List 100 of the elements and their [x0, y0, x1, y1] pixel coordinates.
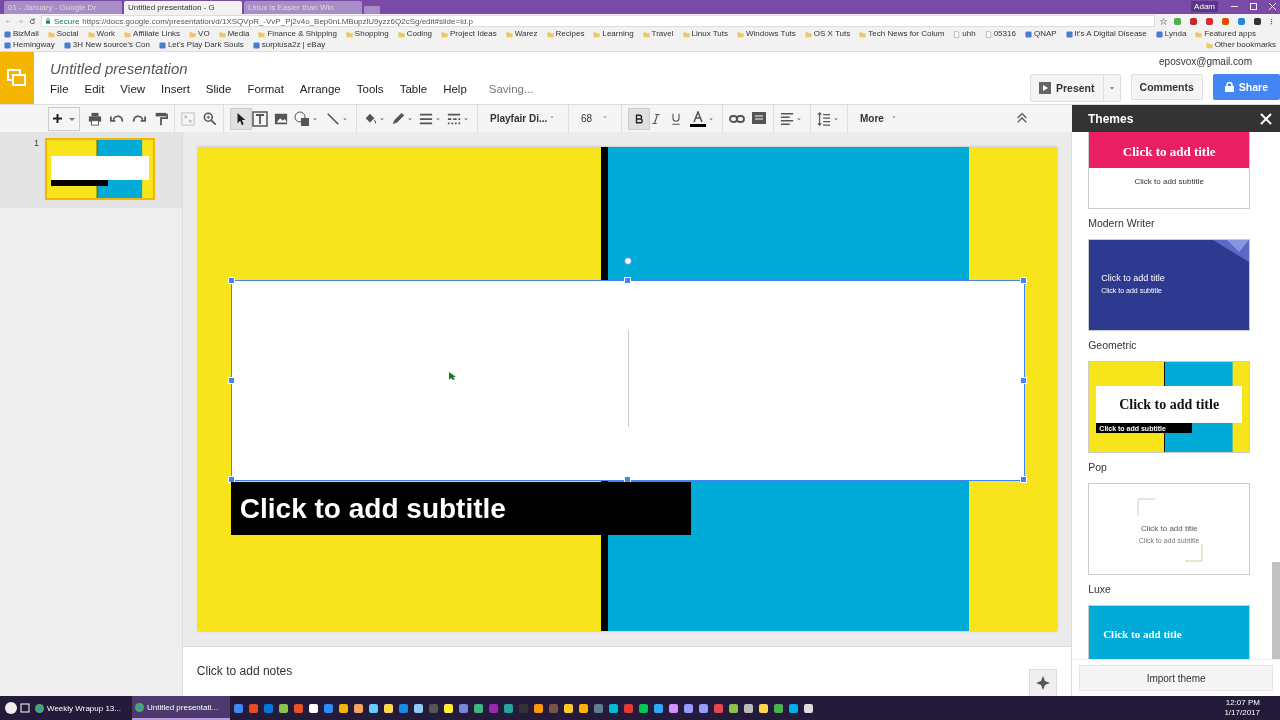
bookmark-link[interactable]: Learning: [602, 29, 634, 39]
bookmark-link[interactable]: Lynda: [1164, 29, 1187, 39]
bookmark-link[interactable]: Coding: [406, 29, 433, 39]
close-icon[interactable]: [1269, 3, 1276, 10]
taskbar-window[interactable]: Weekly Wrapup 13...: [32, 696, 130, 720]
bookmark-link[interactable]: Recipes: [555, 29, 585, 39]
site-icon[interactable]: [63, 41, 71, 49]
bookmark-link[interactable]: Featured apps: [1204, 29, 1256, 39]
select-tool[interactable]: [230, 107, 252, 130]
underline-icon[interactable]: [670, 112, 682, 125]
comment-icon[interactable]: [751, 110, 767, 127]
menu-item[interactable]: Insert: [153, 81, 198, 97]
zoom-icon[interactable]: [203, 111, 217, 126]
paint-format-icon[interactable]: [154, 111, 168, 126]
line-weight-icon[interactable]: [419, 111, 433, 126]
bookmark-link[interactable]: VO: [198, 29, 210, 39]
site-icon[interactable]: [158, 41, 166, 49]
scrollbar[interactable]: [1272, 562, 1280, 660]
menu-item[interactable]: Help: [435, 81, 475, 97]
pen-icon[interactable]: [391, 111, 405, 126]
bookmark-link[interactable]: surplusa2z | eBay: [261, 40, 326, 50]
bookmark-link[interactable]: Affiliate Links: [133, 29, 181, 39]
caret-icon[interactable]: [69, 115, 76, 122]
menu-item[interactable]: Slide: [197, 81, 240, 97]
bookmark-link[interactable]: Linux Tuts: [691, 29, 728, 39]
resize-handle[interactable]: [227, 277, 235, 285]
bookmark-link[interactable]: Other bookmarks: [1214, 40, 1276, 50]
menu-item[interactable]: Tools: [348, 81, 392, 97]
print-icon[interactable]: [88, 111, 102, 126]
slide-thumbnail-row[interactable]: 1: [0, 132, 182, 208]
document-title[interactable]: Untitled presentation: [50, 60, 534, 77]
more-button[interactable]: More: [854, 112, 904, 125]
site-icon[interactable]: [1155, 30, 1163, 38]
browser-tab[interactable]: Untitled presentation - G: [124, 1, 242, 14]
bookmark-link[interactable]: Travel: [651, 29, 674, 39]
menu-item[interactable]: Arrange: [291, 81, 349, 97]
site-icon[interactable]: [1065, 30, 1073, 38]
resize-handle[interactable]: [227, 376, 235, 384]
bookmark-link[interactable]: Media: [227, 29, 250, 39]
menu-item[interactable]: File: [42, 81, 77, 97]
bookmark-link[interactable]: Finance & Shipping: [267, 29, 337, 39]
bookmark-link[interactable]: 3H New source's Con: [72, 40, 150, 50]
notes-placeholder[interactable]: Click to add notes: [196, 664, 293, 678]
image-icon[interactable]: [274, 111, 288, 126]
text-color-icon[interactable]: [690, 110, 706, 127]
resize-handle[interactable]: [1019, 376, 1027, 384]
new-slide-button[interactable]: [48, 106, 80, 131]
bookmark-link[interactable]: Windows Tuts: [746, 29, 796, 39]
bookmark-link[interactable]: It's A Digital Disease: [1074, 29, 1147, 39]
menu-item[interactable]: Table: [391, 81, 436, 97]
star-icon[interactable]: [1160, 17, 1167, 25]
import-theme-button[interactable]: Import theme: [1079, 665, 1274, 692]
bookmark-link[interactable]: uhh: [962, 29, 976, 39]
menu-item[interactable]: Edit: [76, 81, 113, 97]
share-button[interactable]: Share: [1212, 74, 1280, 100]
site-icon[interactable]: [252, 41, 260, 49]
extension-icon[interactable]: [1254, 17, 1261, 25]
shape-icon[interactable]: [294, 110, 310, 127]
font-dropdown[interactable]: Playfair Di...: [484, 113, 562, 124]
taskbar-window[interactable]: Untitled presentati...: [132, 696, 230, 720]
profile-badge[interactable]: Adam: [1191, 1, 1218, 12]
align-icon[interactable]: [780, 111, 794, 126]
task-view-icon[interactable]: [20, 703, 30, 713]
bookmark-link[interactable]: 05316: [993, 29, 1016, 39]
menu-item[interactable]: Format: [239, 81, 292, 97]
present-button[interactable]: Present: [1030, 74, 1121, 102]
bookmark-link[interactable]: Shopping: [354, 29, 389, 39]
theme-preview[interactable]: Click to add title Click to add subtitle: [1088, 132, 1251, 209]
menu-item[interactable]: View: [112, 81, 154, 97]
line-spacing-icon[interactable]: [817, 111, 831, 126]
italic-icon[interactable]: [650, 112, 662, 125]
extension-icon[interactable]: [1190, 17, 1197, 25]
bookmark-link[interactable]: Hemingway: [13, 40, 55, 50]
bookmark-link[interactable]: Project Ideas: [450, 29, 497, 39]
explore-button[interactable]: [1029, 669, 1058, 697]
resize-handle[interactable]: [1019, 475, 1027, 483]
bold-button[interactable]: [628, 107, 650, 130]
rotate-handle[interactable]: [623, 257, 632, 265]
line-icon[interactable]: [326, 111, 340, 126]
resize-handle[interactable]: [1019, 277, 1027, 285]
bookmark-link[interactable]: Warez: [514, 29, 538, 39]
fill-color-icon[interactable]: [363, 111, 377, 126]
account-email[interactable]: eposvox@gmail.com: [1159, 56, 1252, 67]
bookmark-link[interactable]: Tech News for Colum: [868, 29, 945, 39]
bookmark-link[interactable]: Social: [56, 29, 79, 39]
bookmark-link[interactable]: Work: [96, 29, 116, 39]
reload-icon[interactable]: [29, 17, 36, 25]
resize-handle[interactable]: [623, 277, 631, 285]
line-dash-icon[interactable]: [447, 111, 461, 126]
minimize-icon[interactable]: [1231, 3, 1238, 10]
bookmark-link[interactable]: OS X Tuts: [813, 29, 851, 39]
maximize-icon[interactable]: [1250, 3, 1257, 10]
font-size-dropdown[interactable]: 68: [575, 113, 615, 124]
menu-icon[interactable]: [1268, 17, 1275, 25]
bookmark-link[interactable]: Let's Play Dark Souls: [167, 40, 244, 50]
site-icon[interactable]: [1024, 30, 1032, 38]
subtitle-placeholder[interactable]: Click to add subtitle: [230, 481, 692, 536]
text-box-icon[interactable]: [252, 110, 268, 127]
bookmark-link[interactable]: QNAP: [1033, 29, 1057, 39]
address-bar[interactable]: Secure https://docs.google.com/presentation/d/1XSQVpR_-VvP_Pj2v4o_Bep0nLMBupzlU9yzz6Q2cSg/edit#slide=id.p: [41, 15, 1155, 27]
